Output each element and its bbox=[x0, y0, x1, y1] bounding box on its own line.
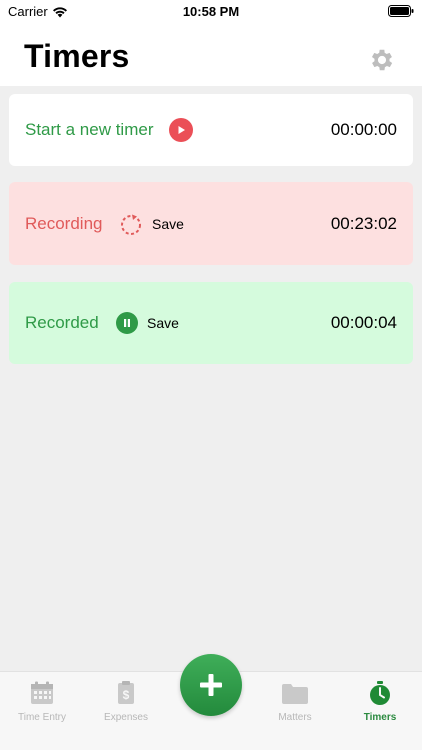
tab-timers[interactable]: Timers bbox=[338, 680, 422, 723]
new-timer-label: Start a new timer bbox=[25, 120, 154, 139]
spinner-icon[interactable] bbox=[119, 212, 143, 236]
plus-icon bbox=[200, 674, 222, 696]
tab-expenses-label: Expenses bbox=[104, 712, 148, 723]
tab-timers-label: Timers bbox=[363, 712, 397, 723]
play-icon bbox=[178, 126, 185, 134]
pause-button[interactable] bbox=[116, 312, 138, 334]
recording-actions: Save bbox=[119, 212, 184, 236]
gear-icon[interactable] bbox=[368, 46, 396, 74]
folder-icon bbox=[282, 684, 308, 704]
play-button[interactable] bbox=[169, 118, 193, 142]
tab-time-entry[interactable]: Time Entry bbox=[0, 680, 84, 723]
app-screen: Carrier 10:58 PM Timers Start a new time… bbox=[0, 0, 422, 750]
recording-time: 00:23:02 bbox=[330, 213, 397, 233]
header: Timers bbox=[0, 24, 422, 86]
receipt-dollar-icon: $ bbox=[118, 681, 134, 704]
svg-text:$: $ bbox=[123, 688, 130, 702]
recorded-actions: Save bbox=[116, 312, 179, 334]
new-timer-time: 00:00:00 bbox=[330, 120, 397, 139]
recorded-time: 00:00:04 bbox=[330, 313, 397, 332]
recorded-label: Recorded bbox=[25, 313, 99, 332]
recording-label: Recording bbox=[25, 213, 103, 233]
add-button[interactable] bbox=[180, 654, 242, 716]
recorded-timer-card[interactable]: Recorded Save 00:00:04 bbox=[9, 282, 413, 364]
tab-matters[interactable]: Matters bbox=[253, 680, 337, 723]
recording-timer-card[interactable]: Recording Save 00:23:02 bbox=[9, 182, 413, 265]
calendar-icon bbox=[31, 681, 53, 704]
tab-time-entry-label: Time Entry bbox=[18, 712, 66, 723]
clock: 10:58 PM bbox=[182, 4, 240, 19]
stopwatch-icon bbox=[370, 681, 390, 705]
status-bar: Carrier 10:58 PM bbox=[0, 0, 422, 24]
new-timer-card[interactable]: Start a new timer 00:00:00 bbox=[9, 94, 413, 166]
pause-icon bbox=[124, 319, 130, 327]
recording-save-button[interactable]: Save bbox=[152, 216, 184, 232]
tab-expenses[interactable]: $ Expenses bbox=[84, 680, 168, 723]
recorded-save-button[interactable]: Save bbox=[147, 315, 179, 331]
tab-matters-label: Matters bbox=[278, 712, 312, 723]
battery-icon bbox=[388, 5, 414, 17]
page-title: Timers bbox=[24, 38, 130, 74]
